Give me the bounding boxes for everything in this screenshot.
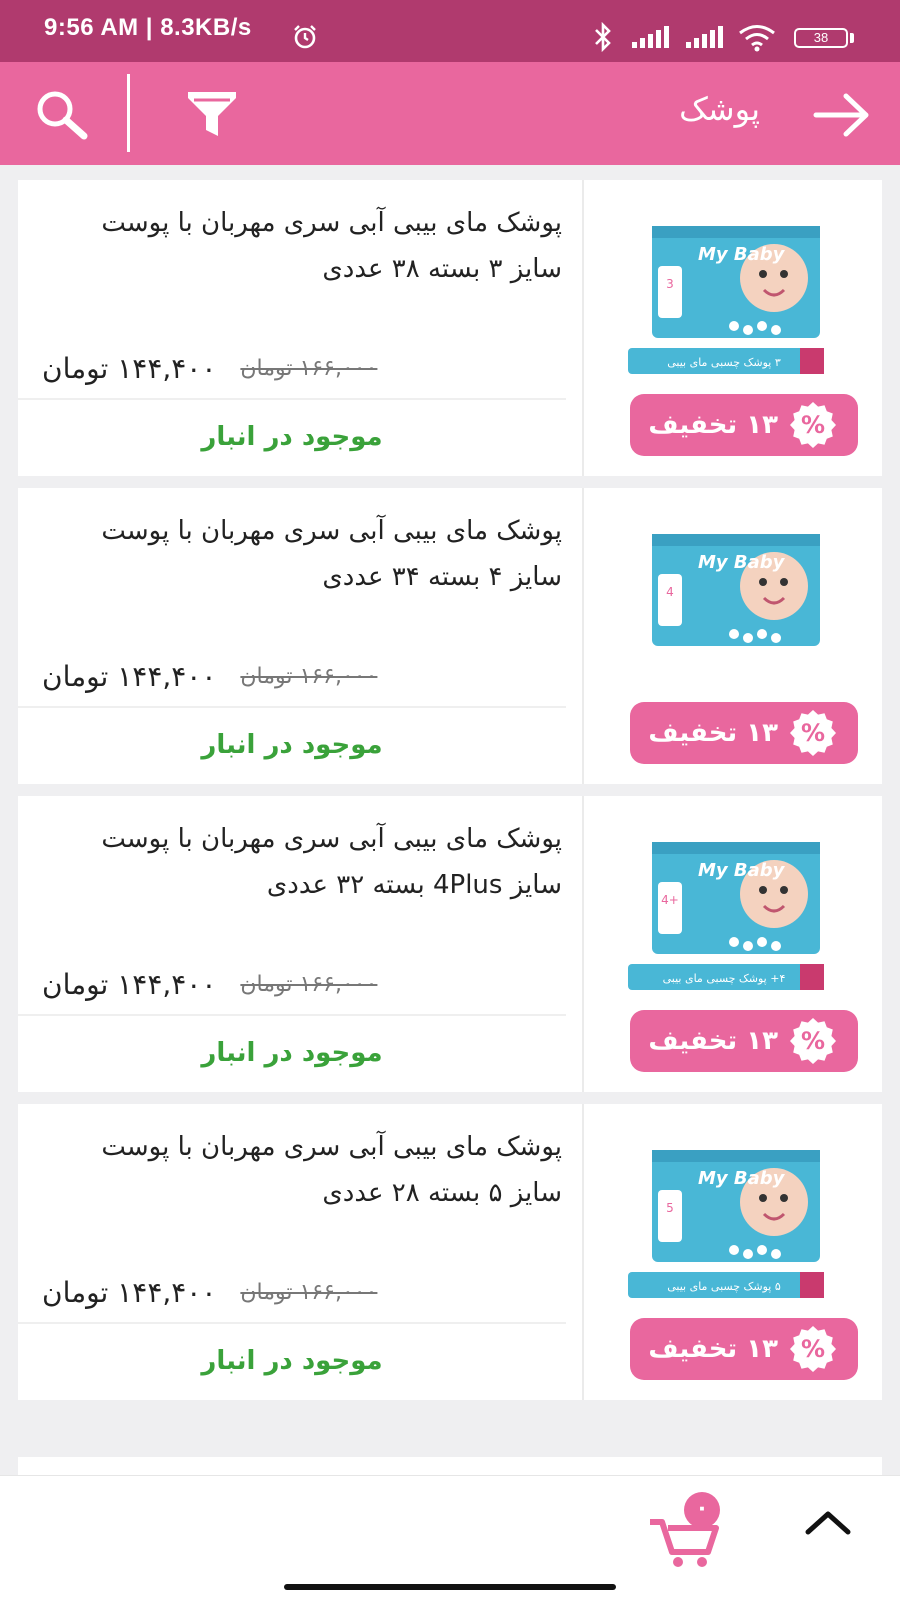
price-new: ۱۴۴,۴۰۰ تومان (42, 967, 217, 1001)
card-divider (18, 398, 566, 400)
product-image[interactable]: 4 My Baby (624, 524, 844, 684)
price-row: ۱۴۴,۴۰۰ تومان ۱۶۶,۰۰۰ تومان (42, 656, 562, 696)
percent-icon: % (790, 402, 836, 448)
product-card[interactable]: پوشک مای بیبی آبی سری مهربان با پوست سای… (18, 1104, 882, 1400)
bottom-bar: ۰ (0, 1475, 900, 1601)
image-brand-text: My Baby (698, 244, 786, 265)
product-image[interactable]: 4+ My Baby ۴+ پوشک چسبی مای بیبی (624, 832, 844, 992)
bluetooth-icon (595, 22, 611, 52)
discount-badge: ۱۳ تخفیف % (630, 702, 858, 764)
filter-button[interactable] (184, 88, 240, 140)
image-label-text: ۵ پوشک چسبی مای بیبی (667, 1280, 781, 1293)
status-time: 9:56 AM | 8.3KB/s (44, 14, 252, 41)
card-divider (18, 1014, 566, 1016)
product-title[interactable]: پوشک مای بیبی آبی سری مهربان با پوست سای… (42, 508, 562, 600)
product-card[interactable]: پوشک مای بیبی آبی سری مهربان با پوست سای… (18, 488, 882, 784)
stock-status: موجود در انبار (201, 1346, 383, 1376)
discount-badge: ۱۳ تخفیف % (630, 394, 858, 456)
product-image-column: 5 My Baby ۵ پوشک چسبی مای بیبی ۱۳ تخفیف … (582, 1104, 882, 1400)
product-title[interactable]: پوشک مای بیبی آبی سری مهربان با پوست سای… (42, 1124, 562, 1216)
cart-count-badge: ۰ (684, 1492, 720, 1528)
price-row: ۱۴۴,۴۰۰ تومان ۱۶۶,۰۰۰ تومان (42, 1272, 562, 1312)
wifi-icon (739, 25, 775, 52)
stock-status: موجود در انبار (201, 422, 383, 452)
percent-icon: % (790, 1326, 836, 1372)
image-brand-text: My Baby (698, 860, 786, 881)
price-row: ۱۴۴,۴۰۰ تومان ۱۶۶,۰۰۰ تومان (42, 348, 562, 388)
stock-status: موجود در انبار (201, 1038, 383, 1068)
discount-badge: ۱۳ تخفیف % (630, 1010, 858, 1072)
image-brand-text: My Baby (698, 1168, 786, 1189)
alarm-icon (294, 25, 316, 49)
image-label-text: ۳ پوشک چسبی مای بیبی (667, 356, 781, 369)
scroll-top-button[interactable] (796, 1500, 860, 1550)
back-button[interactable] (812, 92, 872, 138)
chevron-up-icon (805, 1511, 851, 1535)
signal-icon (686, 26, 723, 48)
product-card[interactable]: پوشک مای بیبی آبی سری مهربان با پوست سای… (18, 180, 882, 476)
app-bar-divider (127, 74, 130, 152)
back-arrow-icon (813, 93, 869, 137)
status-bar: 9:56 AM | 8.3KB/s 38 (0, 0, 900, 62)
product-image[interactable]: 5 My Baby ۵ پوشک چسبی مای بیبی (624, 1140, 844, 1300)
price-row: ۱۴۴,۴۰۰ تومان ۱۶۶,۰۰۰ تومان (42, 964, 562, 1004)
price-new: ۱۴۴,۴۰۰ تومان (42, 351, 217, 385)
discount-text: ۱۳ تخفیف (648, 1026, 778, 1056)
product-title[interactable]: پوشک مای بیبی آبی سری مهربان با پوست سای… (42, 816, 562, 908)
product-image-column: 3 My Baby ۳ پوشک چسبی مای بیبی ۱۳ تخفیف … (582, 180, 882, 476)
signal-icon (632, 26, 669, 48)
card-divider (18, 1322, 566, 1324)
discount-text: ۱۳ تخفیف (648, 410, 778, 440)
product-image-column: 4+ My Baby ۴+ پوشک چسبی مای بیبی ۱۳ تخفی… (582, 796, 882, 1092)
discount-badge: ۱۳ تخفیف % (630, 1318, 858, 1380)
percent-icon: % (790, 1018, 836, 1064)
image-size-text: 4 (666, 585, 674, 599)
card-divider (18, 706, 566, 708)
filter-icon (188, 92, 236, 136)
product-card[interactable]: پوشک مای بیبی آبی سری مهربان با پوست سای… (18, 796, 882, 1092)
price-old: ۱۶۶,۰۰۰ تومان (240, 663, 378, 689)
price-new: ۱۴۴,۴۰۰ تومان (42, 1275, 217, 1309)
home-indicator (284, 1584, 616, 1590)
search-button[interactable] (32, 88, 92, 140)
product-image-column: 4 My Baby ۱۳ تخفیف % (582, 488, 882, 784)
image-brand-text: My Baby (698, 552, 786, 573)
price-old: ۱۶۶,۰۰۰ تومان (240, 1279, 378, 1305)
price-old: ۱۶۶,۰۰۰ تومان (240, 971, 378, 997)
image-size-text: 3 (666, 277, 674, 291)
percent-icon: % (790, 710, 836, 756)
image-size-text: 4+ (661, 893, 679, 907)
discount-text: ۱۳ تخفیف (648, 1334, 778, 1364)
battery-icon: 38 (794, 28, 848, 48)
stock-status: موجود در انبار (201, 730, 383, 760)
battery-tip (850, 33, 854, 43)
price-old: ۱۶۶,۰۰۰ تومان (240, 355, 378, 381)
product-image[interactable]: 3 My Baby ۳ پوشک چسبی مای بیبی (624, 216, 844, 376)
image-label-text: ۴+ پوشک چسبی مای بیبی (663, 972, 786, 985)
page-title: پوشک (679, 90, 760, 128)
search-icon (37, 91, 88, 140)
product-title[interactable]: پوشک مای بیبی آبی سری مهربان با پوست سای… (42, 200, 562, 292)
price-new: ۱۴۴,۴۰۰ تومان (42, 659, 217, 693)
discount-text: ۱۳ تخفیف (648, 718, 778, 748)
image-size-text: 5 (666, 1201, 674, 1215)
app-bar: پوشک (0, 62, 900, 165)
